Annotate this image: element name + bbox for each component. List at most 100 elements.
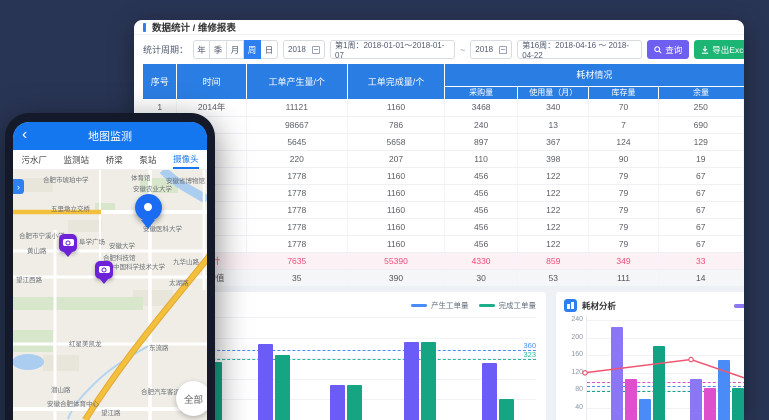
week-from-select[interactable]: 第1周：2018-01-01～2018-01-07	[330, 40, 455, 59]
segment-季[interactable]: 季	[210, 40, 227, 59]
cell: 786	[347, 116, 444, 133]
map-label: 安徽省博物馆	[166, 175, 205, 185]
segment-周[interactable]: 周	[244, 40, 261, 59]
cell: 19	[658, 150, 743, 167]
map-base	[13, 170, 207, 420]
breadcrumb: 数据统计 / 维修报表	[152, 20, 236, 34]
table-row: 6177811604561227967	[143, 184, 744, 201]
selected-location-pin[interactable]	[135, 194, 162, 221]
map-label: 阜学广场	[79, 236, 105, 246]
bar-产生工单量	[330, 385, 345, 420]
bar-完成工单量	[421, 342, 436, 420]
legend-swatch	[479, 304, 495, 308]
show-all-button[interactable]: 全部	[176, 381, 207, 416]
export-excel-button[interactable]: 导出Excel	[694, 40, 744, 59]
table-row: 298667786240137690	[143, 116, 744, 133]
segment-年[interactable]: 年	[193, 40, 210, 59]
cell: 207	[347, 150, 444, 167]
back-icon[interactable]: ‹	[22, 125, 27, 145]
year-from-select[interactable]: 2018	[283, 40, 325, 59]
tab-污水厂[interactable]: 污水厂	[21, 152, 47, 168]
camera-icon	[63, 239, 74, 246]
cell: 79	[589, 167, 658, 184]
cell: 79	[589, 218, 658, 235]
table-row: 356455658897367124129	[143, 133, 744, 150]
map-label: 望江西路	[16, 274, 42, 284]
charts-section: 产生工单量完成工单量 360323 耗材分析 2402001601208040	[134, 286, 744, 420]
camera-pin[interactable]	[59, 234, 77, 252]
tab-摄像头[interactable]: 摄像头	[173, 151, 199, 169]
sub-header: 使用量（月）	[517, 86, 589, 99]
legend-swatch	[411, 304, 427, 308]
right-chart-title: 耗材分析	[582, 300, 616, 312]
period-label: 统计周期：	[143, 43, 188, 56]
cell: 1160	[347, 184, 444, 201]
y-tick: 40	[575, 404, 583, 412]
cell: 1778	[246, 201, 347, 218]
report-table: 序号 时间 工单产生量/个 工单完成量/个 耗材情况 采购量使用量（月）库存量余…	[143, 64, 744, 287]
col-header-consumables-group: 耗材情况	[445, 64, 744, 86]
cell: 690	[658, 116, 743, 133]
camera-pin[interactable]	[95, 261, 113, 279]
cell: 240	[445, 116, 518, 133]
cell: 122	[517, 201, 589, 218]
phone-tab-bar: 污水厂 监测站桥梁泵站 摄像头	[13, 150, 207, 170]
left-chart-legend: 产生工单量完成工单量	[411, 300, 536, 311]
query-button[interactable]: 查询	[647, 40, 689, 59]
segment-月[interactable]: 月	[227, 40, 244, 59]
bar-完成工单量	[499, 399, 514, 420]
week-to-select[interactable]: 第16周：2018-04-16 ～ 2018-04-22	[517, 40, 642, 59]
page-background: 数据统计 / 维修报表 统计周期： 年季月周日 2018 第1周：2018-01…	[0, 0, 769, 420]
search-icon	[654, 46, 662, 54]
cell: 122	[517, 235, 589, 252]
consumables-chart-card: 耗材分析 2402001601208040	[556, 292, 744, 420]
cell: 456	[445, 184, 518, 201]
cell: 70	[589, 99, 658, 116]
tab-桥梁[interactable]: 桥梁	[106, 152, 123, 168]
map-expander-button[interactable]: ›	[13, 179, 24, 194]
cell: 349	[589, 252, 658, 269]
cell: 1160	[347, 201, 444, 218]
cell: 67	[658, 201, 743, 218]
table-row: 42202071103989019	[143, 150, 744, 167]
right-chart-legend-swatch[interactable]	[734, 304, 744, 308]
cell: 7	[589, 116, 658, 133]
sub-header: 库存量	[589, 86, 658, 99]
tab-泵站[interactable]: 泵站	[139, 152, 156, 168]
phone-page-title: 地图监测	[88, 128, 132, 144]
cell: 67	[658, 167, 743, 184]
map-label: 红星美凯龙	[69, 338, 102, 348]
report-table-wrap: 序号 时间 工单产生量/个 工单完成量/个 耗材情况 采购量使用量（月）库存量余…	[143, 64, 744, 287]
cell: 1778	[246, 218, 347, 235]
legend-label: 产生工单量	[431, 300, 469, 311]
cell: 110	[445, 150, 518, 167]
cell: 129	[658, 133, 743, 150]
cell: 456	[445, 201, 518, 218]
map-label: 安徽大学	[109, 240, 135, 250]
bar-产生工单量	[404, 342, 419, 420]
trend-line	[587, 315, 744, 420]
breadcrumb-accent	[143, 23, 146, 32]
segment-日[interactable]: 日	[261, 40, 278, 59]
dashboard-window: 数据统计 / 维修报表 统计周期： 年季月周日 2018 第1周：2018-01…	[134, 20, 744, 420]
cell: 55390	[347, 252, 444, 269]
map-label: 黄山路	[27, 245, 47, 255]
bar-完成工单量	[347, 385, 362, 420]
cell: 456	[445, 218, 518, 235]
query-label: 查询	[665, 44, 682, 56]
legend-item[interactable]: 产生工单量	[411, 300, 469, 311]
phone-overlay: ‹ 地图监测 污水厂 监测站桥梁泵站 摄像头	[5, 113, 215, 420]
year-to-select[interactable]: 2018	[470, 40, 512, 59]
cell: 79	[589, 184, 658, 201]
y-tick: 200	[571, 334, 583, 342]
cell: 67	[658, 218, 743, 235]
cell: 1160	[347, 167, 444, 184]
col-header-completed: 工单完成量/个	[347, 64, 444, 99]
legend-item[interactable]: 完成工单量	[479, 300, 537, 311]
tab-监测站[interactable]: 监测站	[64, 152, 90, 168]
cell: 122	[517, 218, 589, 235]
cell: 220	[246, 150, 347, 167]
table-row: 7177811604561227967	[143, 201, 744, 218]
cell: 5645	[246, 133, 347, 150]
map-view[interactable]: 合肥市琥珀中学体育馆安徽农业大学安徽省博物馆五里墩立交桥合肥市宁溪小学安徽医科大…	[13, 170, 207, 420]
